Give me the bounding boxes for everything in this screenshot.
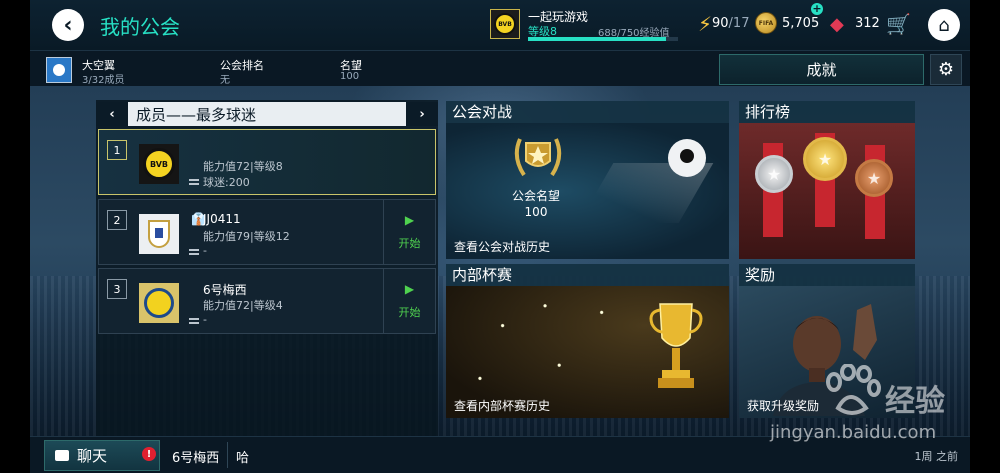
- tile-title: 排行榜: [739, 101, 915, 123]
- rewards-link[interactable]: 获取升级奖励: [747, 397, 819, 414]
- watermark-brand: 经验: [885, 384, 945, 419]
- chat-timestamp: 1周 之前: [914, 450, 959, 463]
- tile-title: 奖励: [739, 264, 915, 286]
- member-stats: 能力值72|等级8: [203, 160, 283, 173]
- back-button[interactable]: ‹: [52, 9, 84, 41]
- guild-war-tile[interactable]: 公会对战 公会名望 100 查看公会对战历史: [446, 101, 729, 259]
- guild-fame-label: 公会名望: [511, 189, 560, 203]
- chat-message: 哈: [236, 451, 250, 466]
- start-match-button[interactable]: ▶ 开始: [383, 200, 435, 264]
- watermark-url: jingyan.baidu.com: [770, 422, 937, 443]
- member-rank: 1: [107, 140, 127, 160]
- guild-member-count: 3/32成员: [82, 75, 125, 86]
- member-fans: -: [203, 244, 207, 257]
- member-stats: 能力值79|等级12: [203, 230, 290, 243]
- silver-medal-icon: ★: [755, 155, 793, 193]
- coin-value[interactable]: 5,705: [782, 16, 819, 31]
- play-icon: ▶: [404, 213, 415, 227]
- bvb-crest-icon: BVB: [143, 148, 175, 180]
- coin-icon: FIFA: [755, 12, 777, 34]
- club-crest: [139, 283, 179, 323]
- member-row[interactable]: 2 👔 JJ0411 能力值79|等级12 - ▶ 开始: [98, 199, 436, 265]
- guild-ball-icon: [668, 139, 706, 177]
- start-match-button[interactable]: ▶ 开始: [383, 269, 435, 333]
- equals-icon: [189, 318, 199, 324]
- gold-medal-icon: ★: [803, 137, 847, 181]
- member-fans: 球迷:200: [203, 176, 250, 189]
- trophy-icon: [649, 303, 703, 388]
- add-coins-plus-icon[interactable]: +: [811, 3, 823, 15]
- settings-button[interactable]: ⚙: [930, 54, 962, 85]
- baidu-paw-watermark-icon: [826, 364, 881, 415]
- home-button[interactable]: ⌂: [928, 9, 960, 41]
- play-icon: ▶: [404, 282, 415, 296]
- guild-fame-value: 100: [340, 71, 360, 82]
- bvb-crest-icon: BVB: [494, 13, 516, 35]
- xp-progress-bar: [528, 37, 678, 41]
- guild-war-history-link[interactable]: 查看公会对战历史: [454, 238, 550, 255]
- member-fans: -: [203, 313, 207, 326]
- chevron-left-icon: ‹: [63, 12, 73, 38]
- member-stats: 能力值72|等级4: [203, 299, 283, 312]
- real-madrid-crest-icon: [148, 220, 170, 248]
- gem-value[interactable]: 312: [855, 16, 880, 31]
- member-name: JJ0411: [203, 212, 241, 226]
- guild-emblem-icon: [46, 57, 72, 83]
- gear-icon: ⚙: [937, 59, 955, 80]
- medals-image: ★ ★ ★: [739, 123, 915, 259]
- ranking-tile[interactable]: 排行榜 ★ ★ ★: [739, 101, 915, 259]
- central-coast-crest-icon: [144, 288, 174, 318]
- equals-icon: [189, 249, 199, 255]
- member-row[interactable]: 3 6号梅西 能力值72|等级4 - ▶ 开始: [98, 268, 436, 334]
- tile-title: 公会对战: [446, 101, 729, 123]
- top-bar: ‹ 我的公会 BVB 一起玩游戏 等级8 688/750经验值 ⚡ 90/17 …: [30, 0, 970, 50]
- home-icon: ⌂: [938, 14, 950, 36]
- xp-progress-fill: [528, 37, 666, 41]
- energy-value[interactable]: 90/17: [712, 16, 749, 31]
- shopping-cart-icon[interactable]: 🛒: [886, 12, 911, 36]
- divider: [227, 442, 228, 468]
- gem-icon: ◆: [830, 14, 844, 35]
- members-panel: ‹ 成员——最多球迷 › 1 BVB 能力值72|等级8 球迷:200 2 👔 …: [96, 100, 438, 436]
- tile-title: 内部杯赛: [446, 264, 729, 286]
- internal-cup-history-link[interactable]: 查看内部杯赛历史: [454, 397, 550, 414]
- guild-fame-value: 100: [524, 205, 548, 219]
- club-crest: [139, 214, 179, 254]
- page-title: 我的公会: [100, 15, 180, 39]
- members-title: 成员——最多球迷: [136, 105, 257, 124]
- member-rank: 2: [107, 210, 127, 230]
- chat-bubble-icon: [55, 450, 69, 461]
- bronze-medal-icon: ★: [855, 159, 893, 197]
- laurel-star-badge-icon: [514, 138, 562, 177]
- member-row[interactable]: 1 BVB 能力值72|等级8 球迷:200: [98, 129, 436, 195]
- guild-rank-value: 无: [220, 75, 230, 86]
- equals-icon: [189, 179, 199, 185]
- internal-cup-tile[interactable]: 内部杯赛 查看内部杯赛历史: [446, 264, 729, 418]
- club-crest: BVB: [139, 144, 179, 184]
- chat-sender: 6号梅西: [172, 451, 220, 466]
- member-name: 6号梅西: [203, 283, 247, 297]
- chat-alert-badge: !: [142, 447, 156, 461]
- members-header: ‹ 成员——最多球迷 ›: [96, 102, 438, 126]
- prev-sort-button[interactable]: ‹: [96, 102, 128, 126]
- lightning-icon: ⚡: [698, 12, 713, 36]
- club-badge[interactable]: BVB: [490, 9, 520, 39]
- next-sort-button[interactable]: ›: [406, 102, 438, 126]
- member-rank: 3: [107, 279, 127, 299]
- guild-info-bar: 大空翼 3/32成员 公会排名 无 名望 100 成就 ⚙: [30, 50, 970, 86]
- achievements-button[interactable]: 成就: [719, 54, 924, 85]
